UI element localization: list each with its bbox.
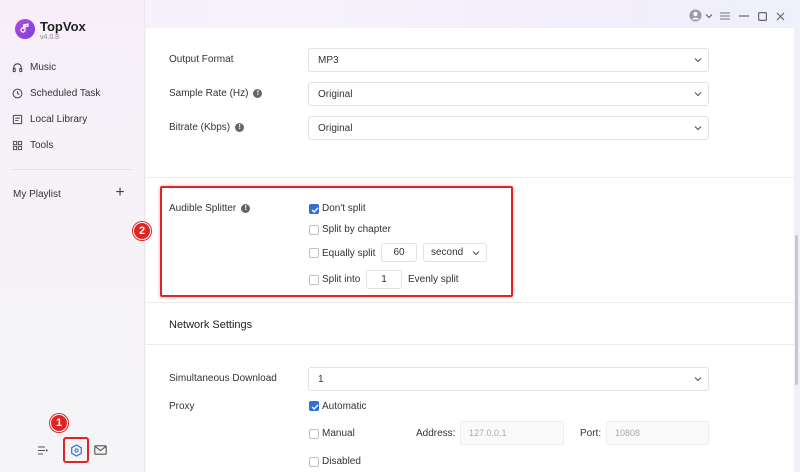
proxy-automatic-label: Automatic	[322, 401, 367, 412]
chevron-down-icon	[694, 377, 702, 382]
section-divider	[146, 302, 794, 303]
sidebar-item-label: Local Library	[30, 113, 88, 125]
folder-icon	[12, 114, 23, 124]
my-playlist-label: My Playlist	[13, 189, 61, 200]
grid-icon	[12, 140, 23, 150]
app-name: TopVox	[40, 19, 86, 34]
app-logo	[15, 19, 35, 39]
sidebar: TopVox v4.0.8 Music Scheduled Task Local…	[0, 0, 145, 472]
bitrate-label: Bitrate (Kbps) !	[169, 122, 245, 133]
close-icon[interactable]	[773, 9, 787, 23]
network-settings-title: Network Settings	[169, 319, 253, 331]
output-format-label: Output Format	[169, 54, 234, 65]
sidebar-item-tools[interactable]: Tools	[12, 136, 53, 154]
proxy-port-input[interactable]: 10808	[606, 421, 709, 445]
info-icon[interactable]: !	[253, 89, 263, 98]
proxy-port-label: Port:	[580, 428, 602, 439]
info-icon[interactable]: !	[235, 123, 245, 132]
sidebar-divider	[12, 169, 132, 170]
sidebar-item-label: Scheduled Task	[30, 87, 101, 99]
sample-rate-label: Sample Rate (Hz) !	[169, 88, 263, 99]
add-playlist-button[interactable]: +	[113, 184, 127, 201]
proxy-address-label: Address:	[416, 428, 456, 439]
section-divider	[146, 344, 794, 345]
minimize-icon[interactable]	[737, 9, 751, 23]
proxy-manual-checkbox[interactable]	[309, 429, 319, 439]
bitrate-select[interactable]: Original	[308, 116, 709, 140]
output-format-select[interactable]: MP3	[308, 48, 709, 72]
scrollbar[interactable]	[795, 235, 798, 385]
audible-splitter-highlight	[160, 186, 513, 297]
proxy-disabled-checkbox[interactable]	[309, 457, 319, 467]
chevron-down-icon	[694, 92, 702, 97]
maximize-icon[interactable]	[755, 9, 769, 23]
simultaneous-download-select[interactable]: 1	[308, 367, 709, 391]
chevron-down-icon[interactable]	[702, 9, 716, 23]
sidebar-item-music[interactable]: Music	[12, 58, 56, 76]
section-divider	[146, 177, 794, 178]
proxy-label: Proxy	[169, 401, 195, 412]
headphones-icon	[12, 62, 23, 72]
user-avatar-icon[interactable]	[688, 8, 702, 22]
mail-icon[interactable]	[92, 442, 108, 458]
step-badge-1: 1	[50, 414, 68, 432]
sidebar-item-label: Tools	[30, 139, 54, 151]
proxy-automatic-checkbox[interactable]	[309, 401, 319, 411]
proxy-disabled-label: Disabled	[322, 456, 361, 467]
clock-icon	[12, 88, 23, 98]
app-window: TopVox v4.0.8 Music Scheduled Task Local…	[0, 0, 800, 472]
settings-highlight	[63, 437, 89, 463]
simultaneous-download-label: Simultaneous Download	[169, 373, 277, 384]
chevron-down-icon	[694, 58, 702, 63]
app-version: v4.0.8	[40, 34, 60, 41]
chevron-down-icon	[694, 126, 702, 131]
queue-icon[interactable]	[35, 442, 51, 458]
step-badge-2: 2	[133, 222, 151, 240]
sidebar-item-local-library[interactable]: Local Library	[12, 110, 87, 128]
menu-icon[interactable]	[718, 9, 732, 23]
sample-rate-select[interactable]: Original	[308, 82, 709, 106]
sidebar-item-scheduled-task[interactable]: Scheduled Task	[12, 84, 100, 102]
sidebar-item-label: Music	[30, 61, 57, 73]
proxy-manual-label: Manual	[322, 428, 355, 439]
proxy-address-input[interactable]: 127.0.0.1	[460, 421, 564, 445]
